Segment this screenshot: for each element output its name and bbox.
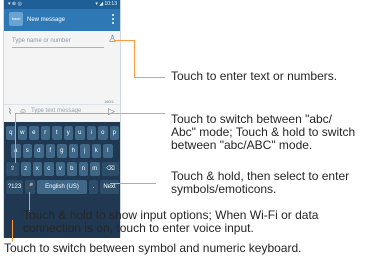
key[interactable]: t [52,126,62,140]
key[interactable]: g [57,144,67,158]
action-bar: back New message [4,9,120,31]
callout-symbols-line2: symbols/emoticons. [171,182,277,196]
keyboard-row-3: ⇧ z x c v b n m ⌫ [4,162,120,178]
shift-key[interactable]: ⇧ [6,162,19,176]
key[interactable]: i [86,126,96,140]
key[interactable]: f [45,144,55,158]
phone-screen: ▾ ⊕ ◎ ▾ ◢ 10:13 back New message Type na… [3,0,121,238]
connector-shift-h [15,113,165,114]
key[interactable]: d [34,144,44,158]
key[interactable]: k [91,144,101,158]
status-right: ▾ ◢ 10:13 [95,1,117,7]
keyboard-row-4: ?123 🎤 English (US) . Next [4,180,120,196]
back-label: back [11,16,21,21]
recipient-input[interactable]: Type name or number [12,36,104,48]
connector-enter-text-h2 [134,77,165,78]
keyboard-row-2: a s d f g h j k l [4,144,120,160]
space-key[interactable]: English (US) [37,180,87,194]
key[interactable]: y [63,126,73,140]
callout-switch-abc-line3: between "abc/ABC" mode. [171,138,313,152]
symbol-key[interactable]: ?123 [6,180,23,194]
send-icon[interactable]: ▷ [108,106,115,117]
attach-icon[interactable]: ⌇ [8,107,12,116]
keyboard-row-1: q w e r t y u i o p [4,126,120,142]
key[interactable]: x [32,162,42,176]
key[interactable]: b [67,162,77,176]
status-bar: ▾ ⊕ ◎ ▾ ◢ 10:13 [4,0,120,9]
screen-title: New message [27,17,66,23]
callout-numeric-keyboard: Touch to switch between symbol and numer… [4,241,302,255]
backspace-key[interactable]: ⌫ [102,162,119,176]
key[interactable]: p [109,126,119,140]
key[interactable]: c [44,162,54,176]
key[interactable]: z [21,162,31,176]
period-key[interactable]: . [89,180,98,194]
key[interactable]: e [29,126,39,140]
key[interactable]: h [68,144,78,158]
emoji-icon[interactable]: ☺ [19,107,27,116]
key[interactable]: u [75,126,85,140]
key[interactable]: n [78,162,88,176]
connector-numeric-v [12,220,13,242]
connector-enter-text-h [114,40,134,41]
key[interactable]: r [40,126,50,140]
connector-symbols-h [110,183,156,184]
callout-input-options-line2: connection is on, touch to enter voice i… [23,221,254,235]
key[interactable]: v [55,162,65,176]
key[interactable]: m [90,162,100,176]
connector-shift-v [15,113,16,163]
callout-enter-text: Touch to enter text or numbers. [171,69,338,83]
key[interactable]: s [22,144,32,158]
microphone-key[interactable]: 🎤 [25,180,35,194]
key[interactable]: o [98,126,108,140]
overflow-menu-icon[interactable] [112,14,114,26]
key[interactable]: l [103,144,113,158]
status-left: ▾ ⊕ ◎ [8,1,22,7]
key[interactable]: j [80,144,90,158]
key[interactable]: w [17,126,27,140]
back-button[interactable]: back [9,12,23,26]
connector-enter-text-v [134,40,135,77]
